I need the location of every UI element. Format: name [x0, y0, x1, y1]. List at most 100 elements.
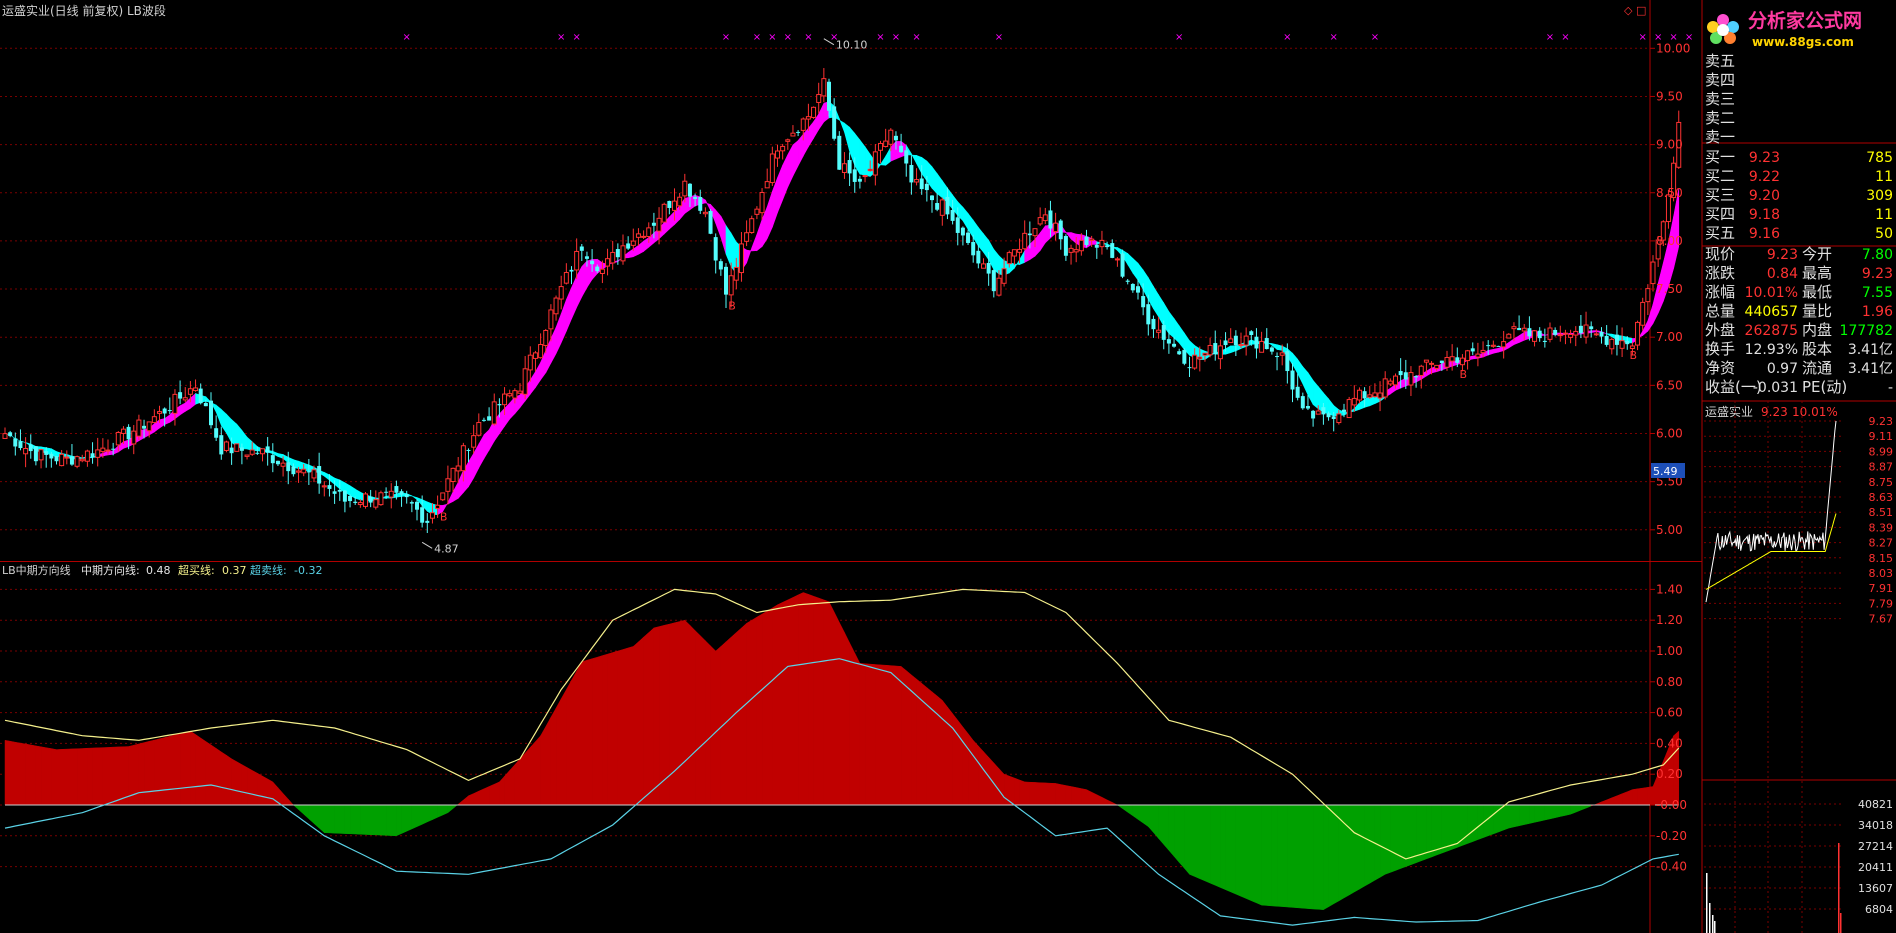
indicator-area-segment: [1014, 777, 1020, 806]
indicator-area-segment: [20, 742, 26, 806]
indicator-area-segment: [1199, 804, 1206, 882]
candle-up: [187, 388, 193, 395]
candle-up: [512, 390, 518, 399]
buy-signal-mark: B: [1460, 368, 1468, 381]
indicator-area-segment: [1560, 804, 1566, 817]
x-signal-mark: ×: [1175, 32, 1183, 43]
indicator-area-segment: [82, 747, 88, 806]
indicator-area-segment: [581, 659, 588, 806]
indicator-area-segment: [138, 742, 145, 806]
indicator-area-segment: [416, 804, 423, 827]
bid-price: 9.20: [1749, 188, 1780, 204]
indicator-area-segment: [169, 734, 176, 806]
band-segment: [1153, 285, 1159, 318]
quote-value: 262875: [1745, 323, 1798, 339]
candle-up: [558, 286, 564, 300]
mini-price-tick: 7.67: [1869, 613, 1894, 626]
candle-up: [1228, 338, 1234, 344]
candle-down: [327, 485, 332, 489]
indicator-area-segment: [1601, 799, 1607, 806]
indicator-tick-label: 1.20: [1656, 613, 1683, 627]
candle-up: [841, 163, 847, 173]
candle-up: [878, 142, 883, 151]
indicator-area-segment: [540, 725, 547, 806]
indicator-area-segment: [658, 624, 665, 806]
candle-up: [115, 432, 121, 446]
indicator-area-segment: [1369, 804, 1376, 884]
indicator-area-segment: [1209, 804, 1216, 886]
candle-up: [1099, 239, 1105, 248]
indicator-area-segment: [303, 804, 310, 820]
quote-value: 1.96: [1862, 304, 1893, 320]
indicator-area-segment: [566, 679, 572, 806]
candle-up: [517, 390, 523, 394]
candle-up: [450, 467, 456, 483]
quote-value: -0.031: [1753, 380, 1798, 396]
candle-up: [1444, 357, 1450, 368]
indicator-area-segment: [988, 756, 995, 806]
candle-down: [1110, 243, 1115, 258]
price-tick-label: 6.50: [1656, 378, 1683, 392]
indicator-area-segment: [1060, 784, 1067, 806]
price-tick-label: 5.00: [1656, 523, 1683, 537]
candle-up: [502, 393, 508, 406]
candle-up: [1609, 338, 1615, 350]
indicator-area-segment: [1621, 791, 1628, 806]
candle-up: [1382, 378, 1388, 398]
candle-down: [54, 456, 59, 462]
indicator-area-segment: [1194, 804, 1201, 880]
candle-down: [955, 217, 960, 233]
candle-up: [1011, 249, 1017, 257]
candle-up: [1156, 329, 1162, 333]
mini-price-tick: 8.87: [1869, 461, 1894, 474]
band-segment: [535, 361, 541, 389]
indicator-area-segment: [972, 739, 979, 806]
x-signal-mark: ×: [768, 32, 776, 43]
band-segment: [1673, 188, 1680, 269]
x-signal-mark: ×: [572, 32, 580, 43]
candle-up: [754, 208, 760, 215]
indicator-area-segment: [684, 619, 691, 806]
band-segment: [1132, 257, 1139, 282]
band-segment: [555, 313, 562, 354]
candle-down: [718, 261, 723, 270]
indicator-area-segment: [1024, 781, 1031, 806]
band-segment: [808, 120, 814, 148]
overbought-value: 0.37: [222, 564, 247, 577]
band-segment: [478, 433, 485, 470]
indicator-area-segment: [478, 788, 485, 806]
chart-canvas[interactable]: × × × × × × × × × × × × × × × × × × × × × × ×BBBB10.104.87 10.…: [0, 0, 1896, 933]
quote-value: 0.84: [1767, 266, 1798, 282]
indicator-area-segment: [931, 691, 938, 806]
candle-down: [1161, 325, 1166, 340]
candle-down: [1182, 349, 1187, 364]
indicator-area-segment: [859, 663, 866, 806]
indicator-area-segment: [1256, 804, 1262, 906]
axis-ticks: 10.009.509.008.508.007.507.006.506.005.5…: [1650, 41, 1690, 874]
indicator-area-segment: [875, 664, 881, 806]
window-controls[interactable]: ◇ □: [1624, 4, 1646, 17]
quote-value: 7.80: [1862, 247, 1893, 263]
candle-down: [1084, 236, 1089, 246]
indicator-area-segment: [1544, 804, 1551, 821]
candle-up: [759, 192, 765, 214]
band-segment: [880, 155, 887, 166]
candle-down: [1517, 328, 1522, 331]
indicator-area-segment: [1297, 804, 1304, 909]
band-segment: [962, 206, 969, 231]
indicator-area-segment: [555, 698, 562, 806]
site-logo[interactable]: 分析家公式网 www.88gs.com: [1707, 9, 1862, 49]
band-segment: [1668, 216, 1674, 287]
indicator-area-segment: [473, 790, 480, 806]
indicator-area-segment: [432, 804, 438, 820]
candle-down: [960, 227, 965, 236]
indicator-tick-label: 0.40: [1656, 736, 1683, 750]
indicator-tick-label: -0.40: [1656, 860, 1687, 874]
indicator-area-segment: [159, 737, 165, 806]
band-segment: [885, 146, 892, 166]
candle-down: [1187, 367, 1192, 369]
candle-down: [1233, 335, 1238, 346]
x-signal-mark: ×: [995, 32, 1003, 43]
candle-up: [1480, 349, 1486, 354]
indicator-area-segment: [421, 804, 428, 825]
